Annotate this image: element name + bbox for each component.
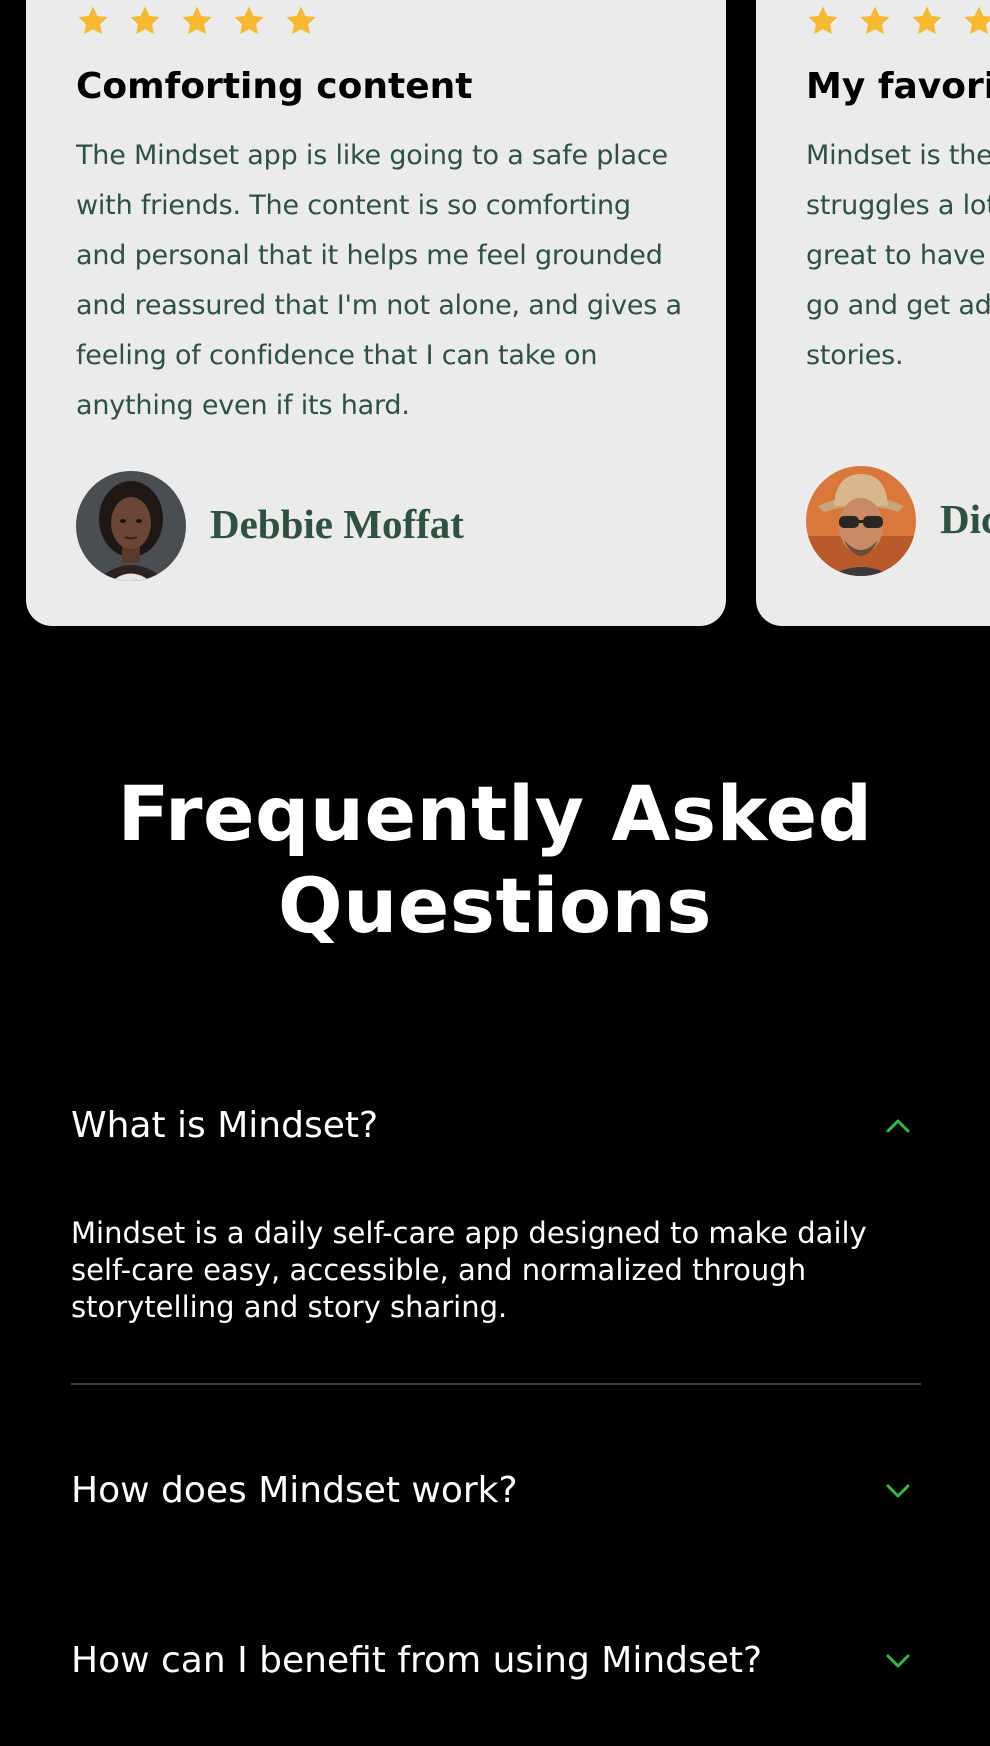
testimonial-body-line: struggles a lot (806, 190, 990, 221)
faq-item-benefits[interactable]: How can I benefit from using Mindset? (71, 1639, 921, 1683)
star-icon (910, 4, 944, 38)
chevron-up-icon[interactable] (885, 1116, 911, 1136)
testimonial-body: The Mindset app is like going to a safe … (76, 140, 682, 421)
faq-question[interactable]: How can I benefit from using Mindset? (71, 1639, 762, 1683)
star-icon (284, 4, 318, 38)
testimonial-author: Debbie Moffat (210, 501, 464, 547)
star-icon (962, 4, 990, 38)
faq-heading-line: Frequently Asked (117, 769, 873, 858)
faq-answer: Mindset is a daily self-care app designe… (71, 1216, 867, 1324)
avatar-woman-icon (76, 471, 186, 581)
star-rating (806, 4, 990, 38)
star-icon (180, 4, 214, 38)
testimonial-title: My favorit (806, 66, 990, 107)
testimonial-body-line: go and get adv (806, 290, 990, 321)
chevron-down-icon[interactable] (885, 1481, 911, 1501)
avatar-man-icon (806, 466, 916, 576)
faq-item-what-is-mindset: What is Mindset? Mindset is a daily self… (71, 1104, 921, 1324)
testimonial-author: Dic (940, 496, 990, 542)
chevron-down-icon[interactable] (885, 1651, 911, 1671)
star-icon (76, 4, 110, 38)
testimonial-body: Mindset is the struggles a lot great to … (806, 131, 990, 381)
star-icon (128, 4, 162, 38)
faq-item-how-does-mindset-work[interactable]: How does Mindset work? (71, 1469, 921, 1513)
star-icon (806, 4, 840, 38)
faq-question[interactable]: How does Mindset work? (71, 1469, 518, 1513)
testimonial-card: Comforting content The Mindset app is li… (26, 0, 726, 626)
testimonial-body-line: great to have a (806, 240, 990, 271)
star-icon (858, 4, 892, 38)
testimonial-title: Comforting content (76, 66, 473, 107)
testimonial-body-line: Mindset is the (806, 140, 990, 171)
faq-divider (71, 1383, 921, 1385)
testimonial-body-line: stories. (806, 340, 904, 371)
star-rating (76, 4, 336, 38)
star-icon (232, 4, 266, 38)
faq-heading: Frequently Asked Questions (0, 768, 990, 952)
testimonial-card: My favorit Mindset is the struggles a lo… (756, 0, 990, 626)
faq-heading-line: Questions (278, 861, 712, 950)
faq-question[interactable]: What is Mindset? (71, 1104, 378, 1148)
